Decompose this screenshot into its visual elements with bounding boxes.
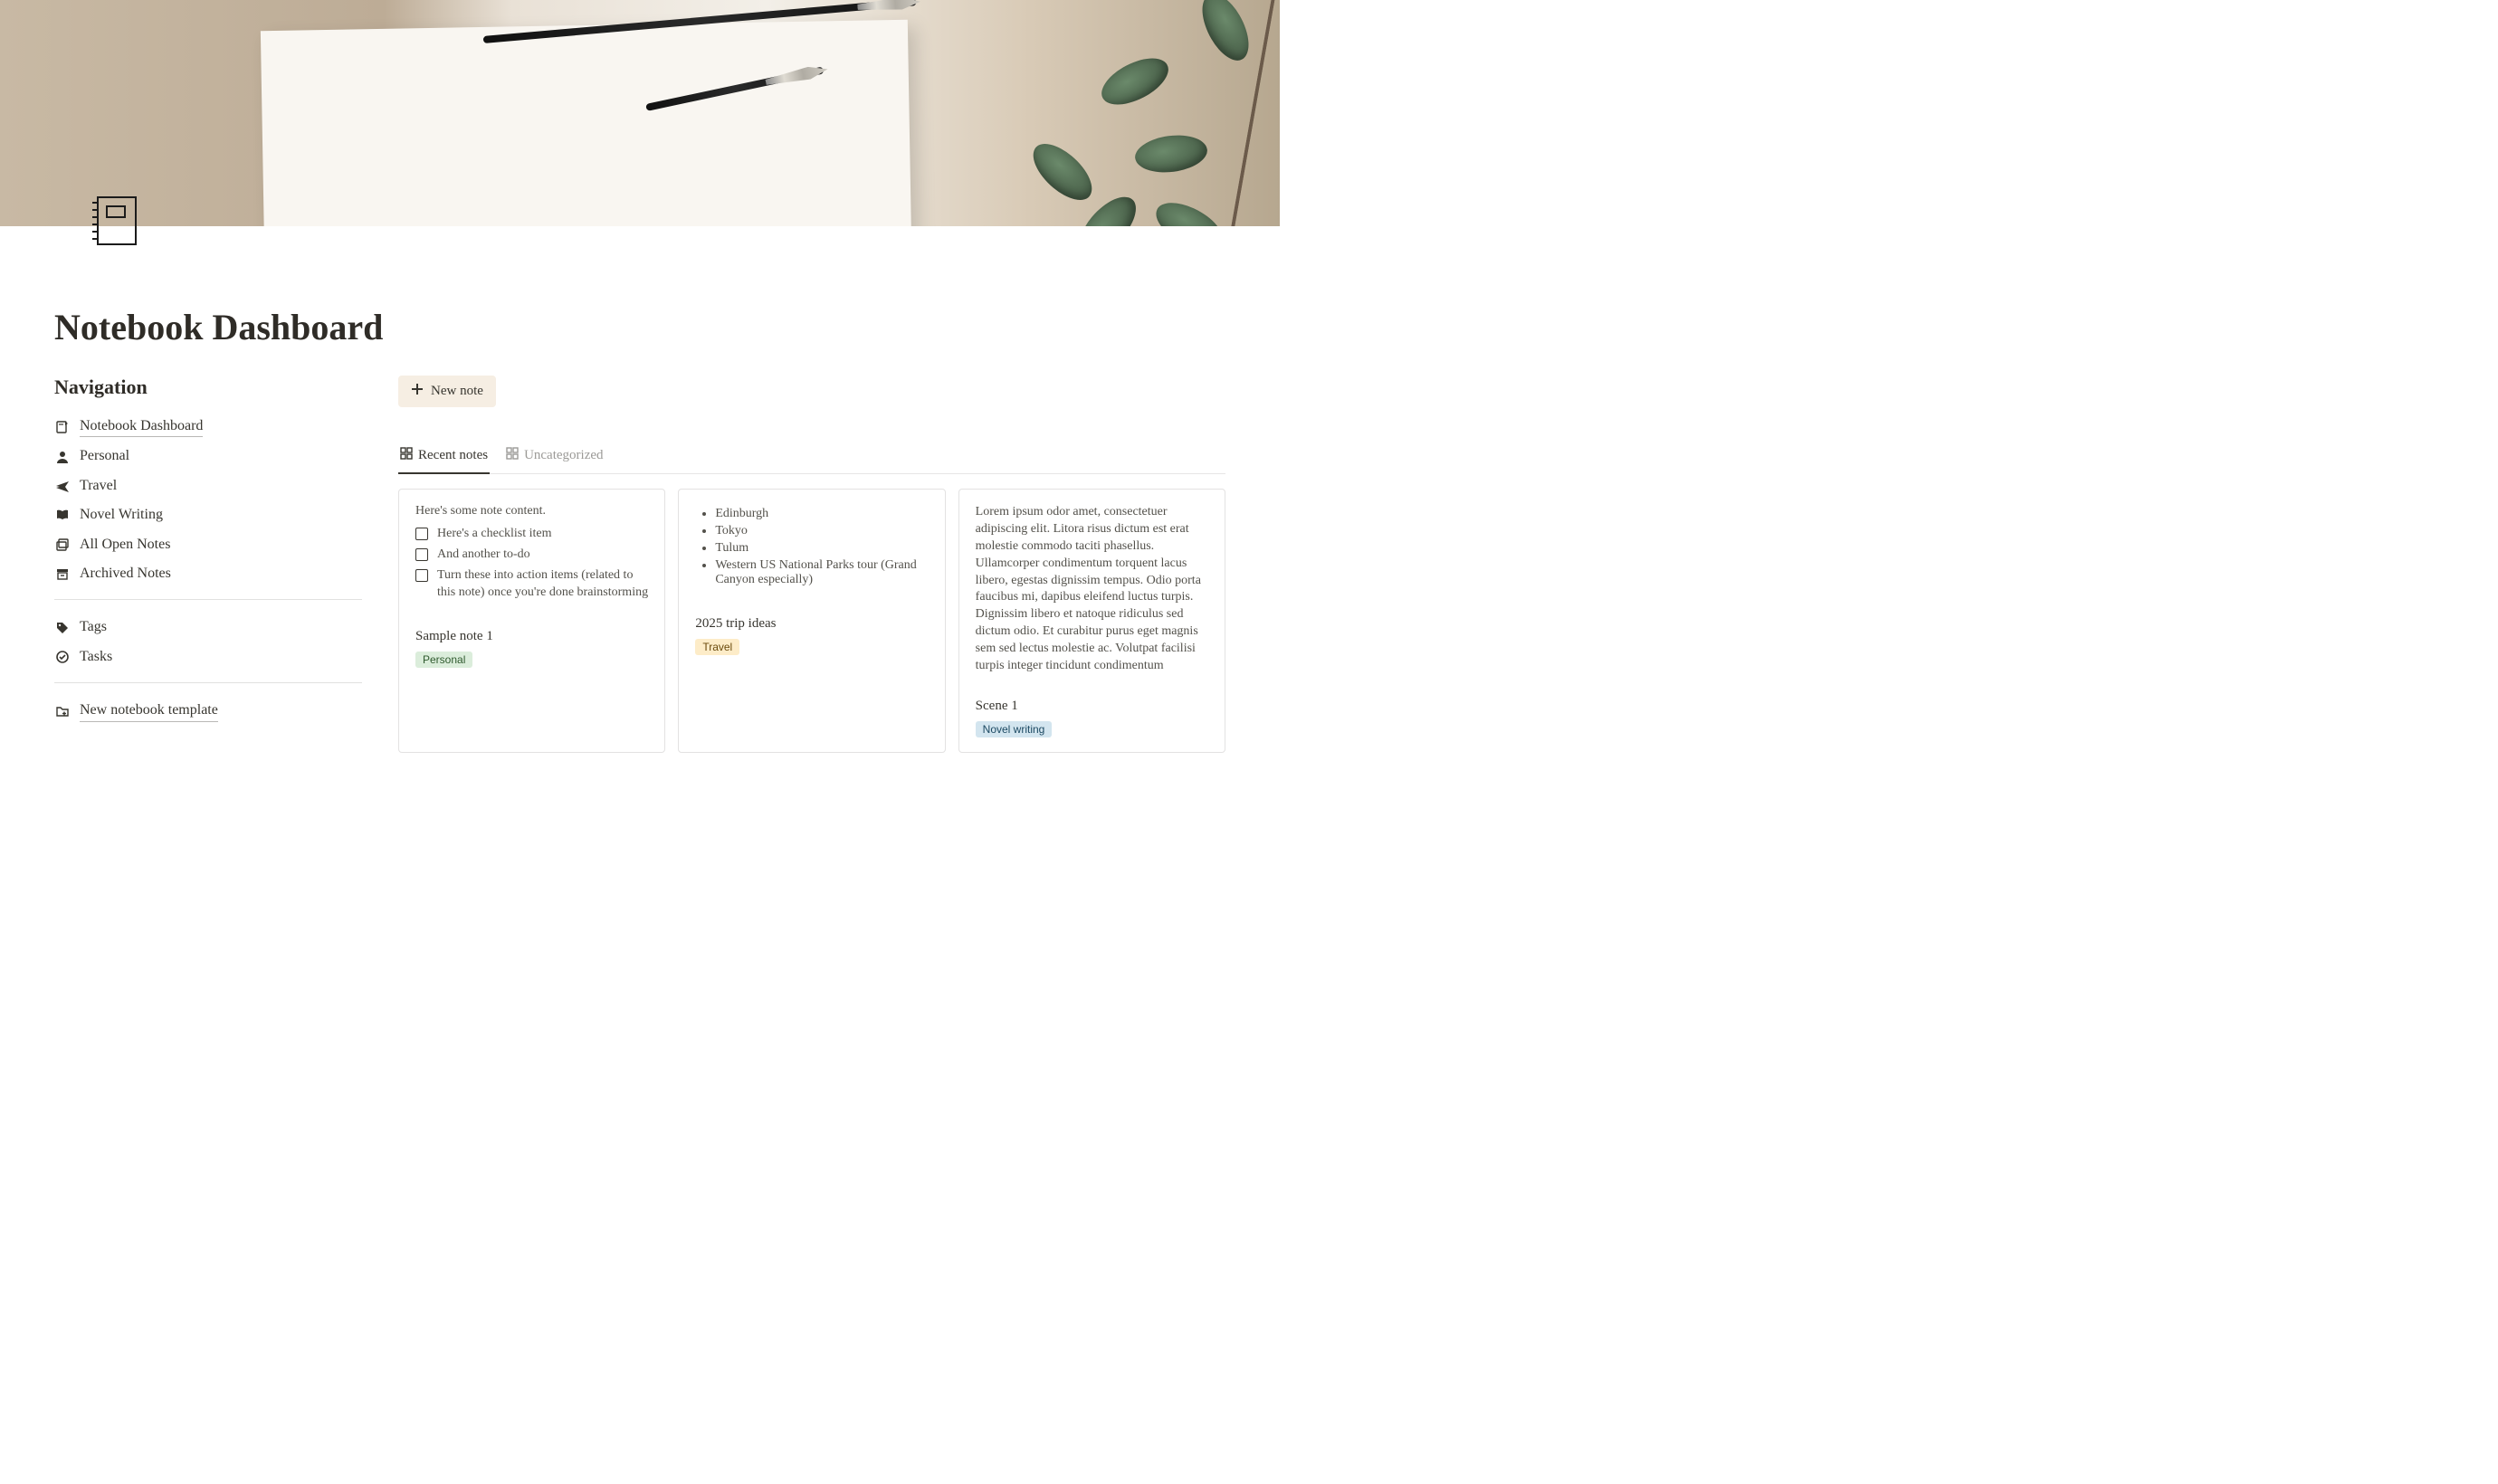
plus-icon bbox=[411, 383, 424, 400]
nav-item-label: Notebook Dashboard bbox=[80, 416, 203, 437]
nav-item-tags[interactable]: Tags bbox=[54, 613, 362, 642]
bullet-item: Tulum bbox=[715, 541, 928, 556]
note-card-2025-trip-ideas[interactable]: Edinburgh Tokyo Tulum Western US Nationa… bbox=[678, 489, 945, 753]
tag-icon bbox=[54, 620, 71, 636]
checklist-item: Turn these into action items (related to… bbox=[415, 567, 648, 600]
new-note-button-label: New note bbox=[431, 384, 483, 399]
note-card-text: Lorem ipsum odor amet, consectetuer adip… bbox=[976, 504, 1208, 675]
nav-item-personal[interactable]: Personal bbox=[54, 442, 362, 471]
tab-label: Recent notes bbox=[418, 448, 488, 463]
nav-item-label: Personal bbox=[80, 446, 129, 466]
nav-item-tasks[interactable]: Tasks bbox=[54, 642, 362, 671]
divider bbox=[54, 682, 362, 683]
nav-item-label: Novel Writing bbox=[80, 505, 163, 525]
checklist-item-label: Here's a checklist item bbox=[437, 526, 648, 542]
note-card-title: Scene 1 bbox=[976, 699, 1208, 714]
nav-item-all-open-notes[interactable]: All Open Notes bbox=[54, 530, 362, 559]
nav-item-label: Tasks bbox=[80, 647, 112, 667]
checklist-item: And another to-do bbox=[415, 547, 648, 563]
checklist-item-label: Turn these into action items (related to… bbox=[437, 567, 648, 600]
tab-label: Uncategorized bbox=[524, 448, 603, 463]
note-card-tag: Personal bbox=[415, 652, 472, 668]
airplane-icon bbox=[54, 478, 71, 494]
cover-leaf bbox=[1024, 135, 1102, 209]
divider bbox=[54, 599, 362, 600]
archive-icon bbox=[54, 566, 71, 582]
gallery-icon bbox=[506, 447, 519, 464]
note-card-title: Sample note 1 bbox=[415, 629, 648, 644]
person-icon bbox=[54, 449, 71, 465]
view-tabs: Recent notes Uncategorized bbox=[398, 442, 1225, 474]
book-icon bbox=[54, 507, 71, 523]
cover-paper-sheet bbox=[261, 20, 911, 226]
nav-item-label: Archived Notes bbox=[80, 564, 171, 584]
gallery-icon bbox=[400, 447, 413, 464]
checkbox-icon[interactable] bbox=[415, 528, 428, 540]
tab-uncategorized[interactable]: Uncategorized bbox=[504, 442, 605, 473]
notes-stack-icon bbox=[54, 537, 71, 553]
note-card-intro: Here's some note content. bbox=[415, 504, 648, 518]
new-note-button[interactable]: New note bbox=[398, 376, 496, 407]
cover-image bbox=[0, 0, 1280, 226]
note-card-title: 2025 trip ideas bbox=[695, 616, 928, 632]
nav-item-label: Tags bbox=[80, 617, 107, 637]
check-circle-icon bbox=[54, 649, 71, 665]
checklist-item-label: And another to-do bbox=[437, 547, 648, 563]
checkbox-icon[interactable] bbox=[415, 548, 428, 561]
bullet-item: Tokyo bbox=[715, 524, 928, 538]
checkbox-icon[interactable] bbox=[415, 569, 428, 582]
navigation-heading: Navigation bbox=[54, 376, 362, 399]
note-card-tag: Travel bbox=[695, 639, 739, 655]
bullet-item: Edinburgh bbox=[715, 507, 928, 521]
nav-item-new-notebook-template[interactable]: New notebook template bbox=[54, 696, 362, 726]
folder-add-icon bbox=[54, 703, 71, 719]
note-card-sample-note-1[interactable]: Here's some note content. Here's a check… bbox=[398, 489, 665, 753]
page-icon-notebook[interactable] bbox=[85, 190, 143, 248]
nav-item-novel-writing[interactable]: Novel Writing bbox=[54, 500, 362, 529]
nav-item-notebook-dashboard[interactable]: Notebook Dashboard bbox=[54, 412, 362, 442]
nav-item-label: All Open Notes bbox=[80, 535, 170, 555]
note-card-scene-1[interactable]: Lorem ipsum odor amet, consectetuer adip… bbox=[958, 489, 1225, 753]
notebook-dashboard-icon bbox=[54, 419, 71, 435]
nav-item-label: Travel bbox=[80, 476, 117, 496]
nav-item-label: New notebook template bbox=[80, 700, 218, 721]
note-card-tag: Novel writing bbox=[976, 721, 1053, 737]
bullet-item: Western US National Parks tour (Grand Ca… bbox=[715, 558, 928, 587]
tab-recent-notes[interactable]: Recent notes bbox=[398, 442, 490, 473]
nav-item-archived-notes[interactable]: Archived Notes bbox=[54, 559, 362, 588]
checklist-item: Here's a checklist item bbox=[415, 526, 648, 542]
page-title[interactable]: Notebook Dashboard bbox=[54, 306, 1225, 348]
nav-item-travel[interactable]: Travel bbox=[54, 471, 362, 500]
